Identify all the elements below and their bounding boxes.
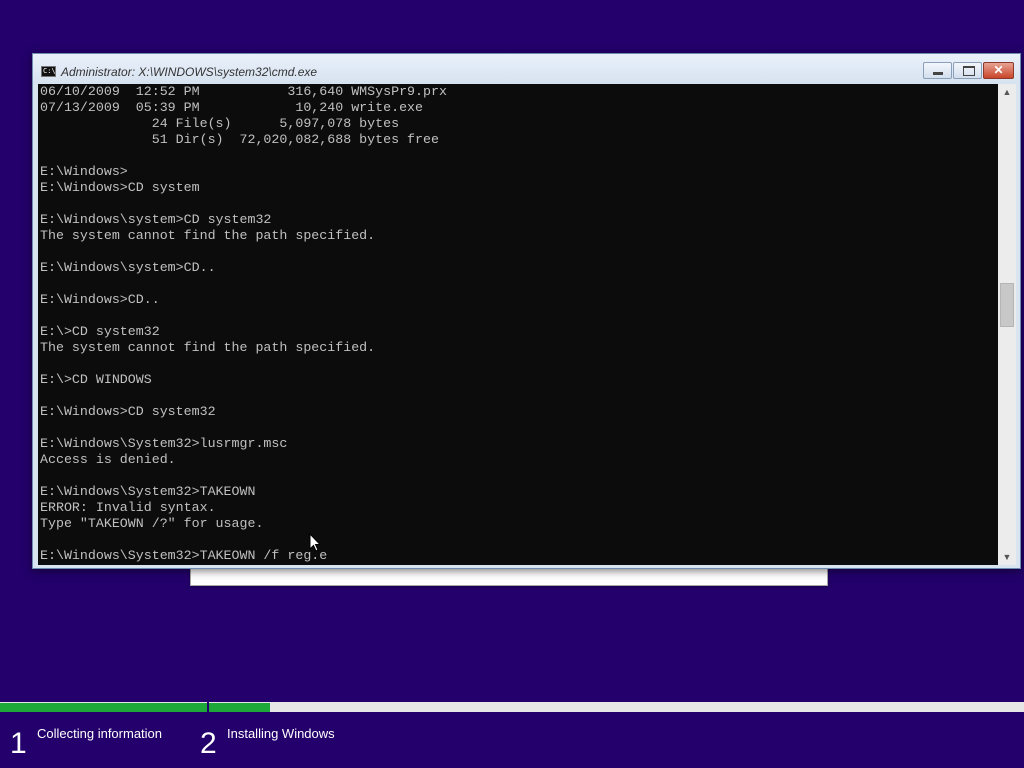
console-line: Type "TAKEOWN /?" for usage.	[40, 516, 264, 531]
console-line: The system cannot find the path specifie…	[40, 340, 376, 355]
step-label: Installing Windows	[227, 726, 335, 741]
maximize-button[interactable]	[953, 62, 982, 79]
maximize-icon	[963, 66, 975, 76]
progress-installing-windows	[209, 703, 270, 712]
console-line: E:\Windows>	[40, 164, 128, 179]
progress-collecting-information	[0, 703, 207, 712]
console-line: 24 File(s) 5,097,078 bytes	[40, 116, 400, 131]
console-line: E:\Windows>CD system32	[40, 404, 216, 419]
close-button[interactable]: ✕	[983, 62, 1014, 79]
minimize-icon	[933, 72, 943, 75]
setup-progress-bar	[0, 702, 1024, 712]
console-line: 51 Dir(s) 72,020,082,688 bytes free	[40, 132, 439, 147]
window-title: Administrator: X:\WINDOWS\system32\cmd.e…	[61, 65, 318, 79]
step-label: Collecting information	[37, 726, 163, 741]
minimize-button[interactable]	[923, 62, 952, 79]
step-number: 1	[10, 727, 27, 760]
console-line: 07/13/2009 05:39 PM 10,240 write.exe	[40, 100, 424, 115]
console-line: 06/10/2009 12:52 PM 316,640 WMSysPr9.prx	[40, 84, 447, 99]
scroll-thumb[interactable]	[1000, 283, 1014, 327]
console-line: E:\Windows\System32>lusrmgr.msc	[40, 436, 288, 451]
title-bar[interactable]: C:\ Administrator: X:\WINDOWS\system32\c…	[33, 54, 1020, 84]
cmd-window[interactable]: C:\ Administrator: X:\WINDOWS\system32\c…	[32, 53, 1021, 569]
console-line: E:\Windows>CD..	[40, 292, 160, 307]
console-line: E:\Windows\System32>TAKEOWN	[40, 484, 256, 499]
close-icon: ✕	[993, 63, 1004, 77]
cmd-icon[interactable]: C:\	[41, 66, 56, 77]
console-lines: 06/10/2009 12:52 PM 316,640 WMSysPr9.prx…	[40, 84, 447, 564]
console-line: E:\>CD system32	[40, 324, 160, 339]
cmd-icon-text: C:\	[43, 67, 56, 75]
console-line: E:\Windows\system>CD..	[40, 260, 216, 275]
scroll-down-icon[interactable]: ▼	[998, 549, 1016, 565]
step-number: 2	[200, 727, 217, 760]
console-line: E:\Windows>CD system	[40, 180, 200, 195]
console-line: Access is denied.	[40, 452, 176, 467]
console-line: E:\Windows\system>CD system32	[40, 212, 272, 227]
window-controls: ✕	[922, 62, 1014, 79]
console-output[interactable]: 06/10/2009 12:52 PM 316,640 WMSysPr9.prx…	[38, 84, 999, 565]
scroll-up-icon[interactable]: ▲	[998, 84, 1016, 100]
console-line: E:\>CD WINDOWS	[40, 372, 152, 387]
console-line: The system cannot find the path specifie…	[40, 228, 376, 243]
vertical-scrollbar[interactable]: ▲ ▼	[998, 84, 1016, 565]
console-line: E:\Windows\System32>TAKEOWN /f reg.e	[40, 548, 328, 563]
mouse-pointer-icon	[309, 533, 321, 552]
console-line: ERROR: Invalid syntax.	[40, 500, 216, 515]
